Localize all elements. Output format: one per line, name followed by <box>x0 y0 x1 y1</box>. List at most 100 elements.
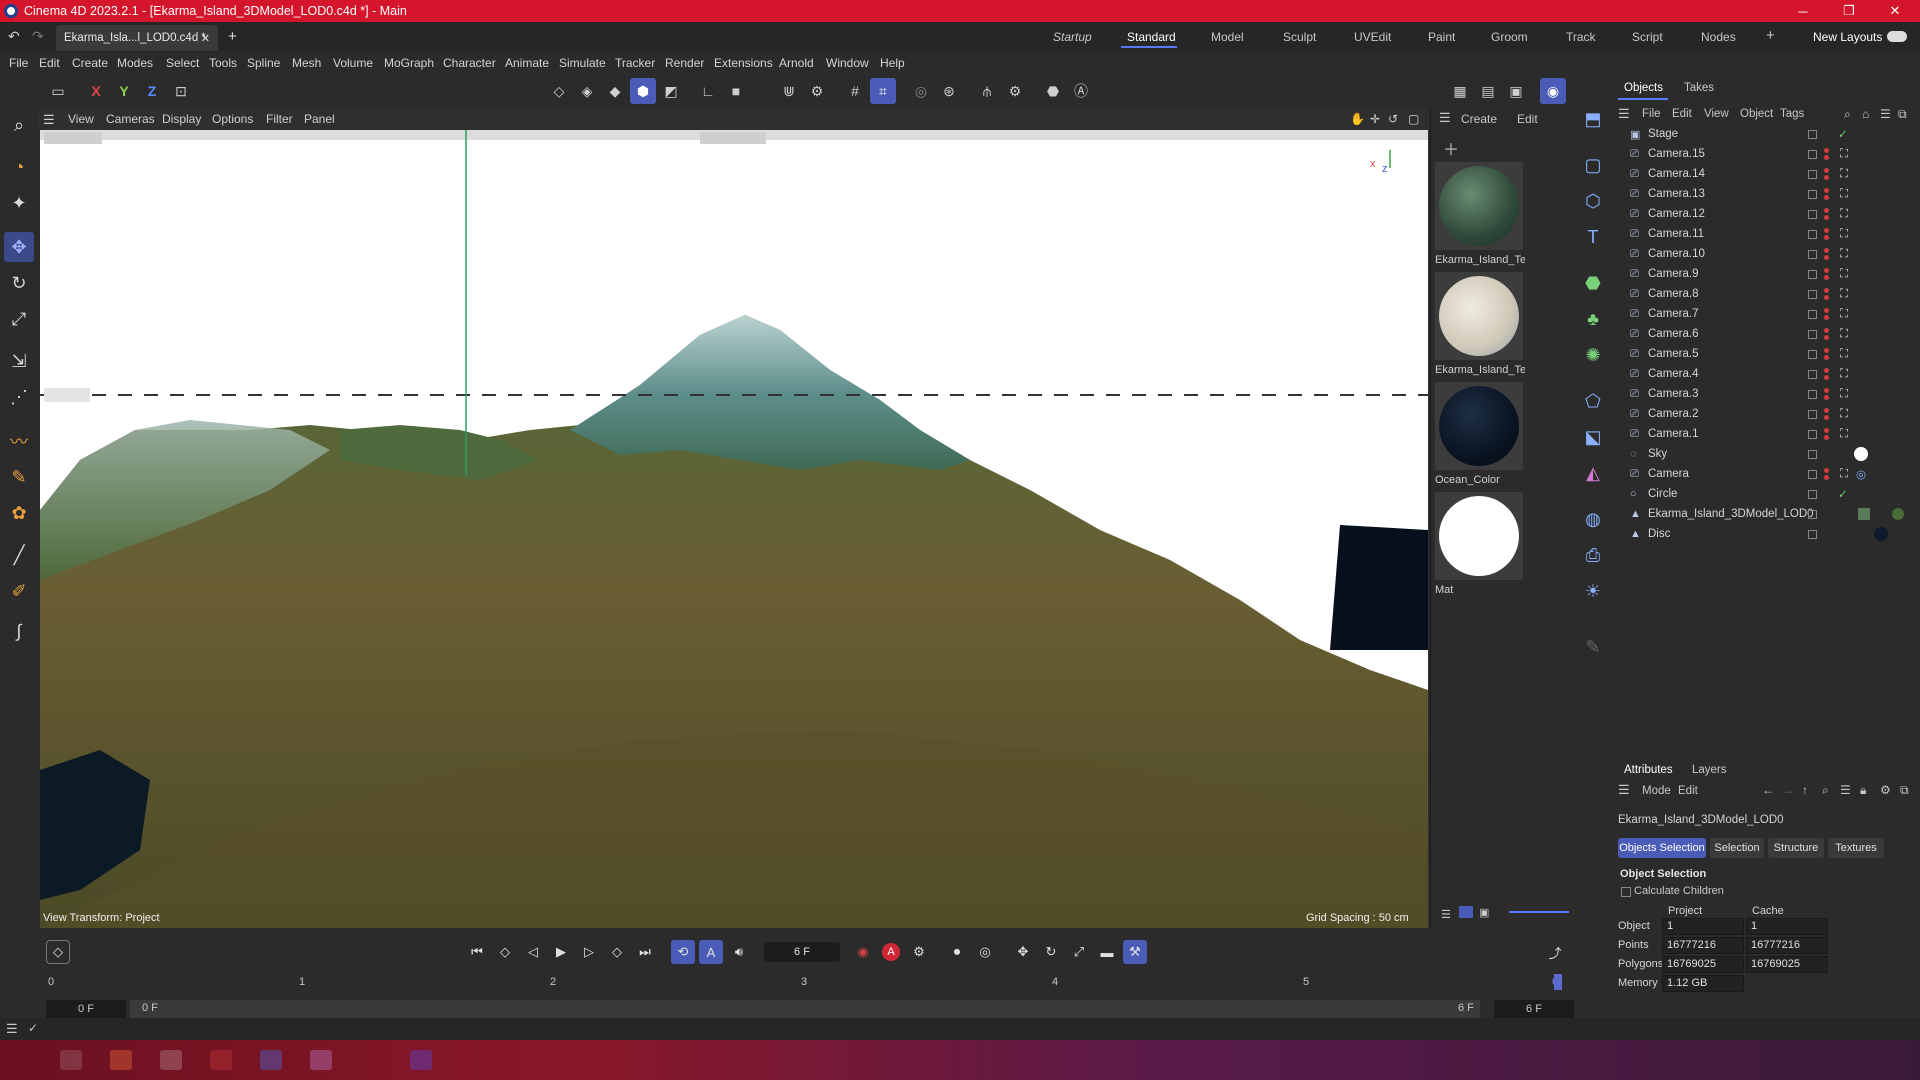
points-mode-icon[interactable]: ◇ <box>546 78 572 104</box>
layout-nodes[interactable]: Nodes <box>1701 30 1736 44</box>
menu-simulate[interactable]: Simulate <box>559 56 606 70</box>
next-frame-icon[interactable]: ▷ <box>577 940 601 964</box>
render-visibility-dot[interactable] <box>1824 175 1829 180</box>
menu-animate[interactable]: Animate <box>505 56 549 70</box>
current-frame-field[interactable]: 6 F <box>764 942 840 962</box>
viewport-solo-icon[interactable]: ⬣ <box>1040 78 1066 104</box>
move-view-icon[interactable]: ✛ <box>1370 112 1380 126</box>
back-arrow-icon[interactable]: ← <box>1762 783 1774 797</box>
taskbar-app-icon[interactable] <box>260 1050 282 1070</box>
placement-tool-icon[interactable]: ⋰ <box>4 382 34 412</box>
camera-tag-icon[interactable]: ⛶ <box>1840 208 1848 221</box>
render-visibility-dot[interactable] <box>1824 395 1829 400</box>
vp-menu-panel[interactable]: Panel <box>304 112 335 126</box>
range-slider[interactable]: 0 F 6 F <box>130 1000 1480 1018</box>
new-window-icon[interactable]: ⧉ <box>1898 107 1907 122</box>
menu-mograph[interactable]: MoGraph <box>384 56 434 70</box>
obj-menu-view[interactable]: View <box>1704 108 1729 120</box>
workplane-snap-icon[interactable]: ⌗ <box>870 78 896 104</box>
material-swatch[interactable] <box>1435 272 1523 360</box>
attr-menu-edit[interactable]: Edit <box>1678 785 1698 797</box>
tab-attributes[interactable]: Attributes <box>1624 764 1673 776</box>
grid-snap-icon[interactable]: # <box>842 78 868 104</box>
camera-tag-icon[interactable]: ⛶ <box>1840 268 1848 281</box>
object-row[interactable]: ▣ Stage ✓ <box>1612 124 1920 144</box>
filter-icon[interactable]: ☰ <box>1880 107 1891 121</box>
volume-icon[interactable]: ◭ <box>1578 458 1608 488</box>
editor-visibility-dot[interactable] <box>1824 188 1829 193</box>
search-icon[interactable]: ⌕ <box>1822 783 1829 798</box>
frame-ruler[interactable]: 0 1 2 3 4 5 6 <box>48 972 1562 994</box>
object-row[interactable]: ⎚ Camera.15 ⛶ <box>1612 144 1920 164</box>
up-arrow-icon[interactable]: ↑ <box>1802 783 1808 797</box>
environment-icon[interactable]: ◍ <box>1578 504 1608 534</box>
search-icon[interactable]: ⌕ <box>4 110 34 140</box>
object-row[interactable]: ⎚ Camera.2 ⛶ <box>1612 404 1920 424</box>
material-tag-icon[interactable] <box>1892 508 1904 520</box>
rotate-key-icon[interactable]: ↻ <box>1039 940 1063 964</box>
minimize-button[interactable]: ─ <box>1783 0 1823 22</box>
layout-track[interactable]: Track <box>1566 30 1596 44</box>
axis-mode-icon[interactable]: ∟ <box>695 78 721 104</box>
object-row[interactable]: ▲ Ekarma_Island_3DModel_LOD0 <box>1612 504 1920 524</box>
camera-tag-icon[interactable]: ⛶ <box>1840 148 1848 161</box>
menu-modes[interactable]: Modes <box>117 56 153 70</box>
menu-extensions[interactable]: Extensions <box>714 56 773 70</box>
field-icon[interactable]: ⬕ <box>1578 422 1608 452</box>
obj-menu-file[interactable]: File <box>1642 108 1661 120</box>
camera-tag-icon[interactable]: ⛶ <box>1840 428 1848 441</box>
transform-tool-icon[interactable]: ⇲ <box>4 346 34 376</box>
move-tool-icon[interactable]: ✥ <box>4 232 34 262</box>
layer-checkbox[interactable] <box>1808 429 1817 439</box>
move-key-icon[interactable]: ✥ <box>1011 940 1035 964</box>
mat-menu-create[interactable]: Create <box>1461 112 1497 126</box>
generator-icon[interactable]: ⬣ <box>1578 268 1608 298</box>
layer-checkbox[interactable] <box>1808 289 1817 299</box>
menu-select[interactable]: Select <box>166 56 199 70</box>
selection-filter-icon[interactable]: ✦ <box>4 188 34 218</box>
bridge-tool-icon[interactable]: ∫ <box>4 616 34 646</box>
redo-icon[interactable]: ↷ <box>32 28 44 45</box>
render-visibility-dot[interactable] <box>1824 295 1829 300</box>
taskbar-app-icon[interactable] <box>110 1050 132 1070</box>
taskbar-app-icon[interactable] <box>210 1050 232 1070</box>
light-icon[interactable]: ☀ <box>1578 576 1608 606</box>
camera-tag-icon[interactable]: ⛶ <box>1840 388 1848 401</box>
restore-button[interactable]: ❐ <box>1829 0 1869 22</box>
close-button[interactable]: ✕ <box>1875 0 1915 22</box>
texture-mode-icon[interactable]: ■ <box>723 78 749 104</box>
render-visibility-dot[interactable] <box>1824 415 1829 420</box>
layer-checkbox[interactable] <box>1808 389 1817 399</box>
cube-object-icon[interactable]: ⬡ <box>1578 186 1608 216</box>
render-visibility-dot[interactable] <box>1824 215 1829 220</box>
render-visibility-dot[interactable] <box>1824 315 1829 320</box>
keyframe-mode-icon[interactable]: ◇ <box>46 940 70 964</box>
object-row[interactable]: ⎚ Camera.9 ⛶ <box>1612 264 1920 284</box>
menu-file[interactable]: File <box>9 56 28 70</box>
rotate-view-icon[interactable]: ↺ <box>1388 112 1398 126</box>
render-region-icon[interactable]: ▭ <box>45 78 71 104</box>
camera-tag-icon[interactable]: ⛶ <box>1840 248 1848 261</box>
layer-checkbox[interactable] <box>1808 449 1817 459</box>
3d-viewport[interactable]: x z <box>40 130 1428 928</box>
menu-tools[interactable]: Tools <box>209 56 237 70</box>
render-visibility-dot[interactable] <box>1824 375 1829 380</box>
tab-objects[interactable]: Objects <box>1624 82 1663 94</box>
editor-visibility-dot[interactable] <box>1824 408 1829 413</box>
pen-icon[interactable]: ✎ <box>1578 632 1608 662</box>
scale-key-icon[interactable]: ⤢ <box>1067 940 1091 964</box>
graph-editor-icon[interactable]: ⤴ <box>1543 940 1567 964</box>
cloner-icon[interactable]: ♣ <box>1578 304 1608 334</box>
vp-menu-view[interactable]: View <box>68 112 94 126</box>
menu-character[interactable]: Character <box>443 56 496 70</box>
home-icon[interactable]: ⌂ <box>1862 107 1869 121</box>
keying-settings-icon[interactable]: ⚙ <box>907 940 931 964</box>
tab-layers[interactable]: Layers <box>1692 764 1727 776</box>
y-axis-toggle[interactable]: Y <box>111 78 137 104</box>
structure-button[interactable]: Structure <box>1768 838 1824 858</box>
document-tab[interactable]: Ekarma_Isla...l_LOD0.c4d * ✕ <box>56 25 218 51</box>
camera-tag-icon[interactable]: ⛶ <box>1840 228 1848 241</box>
add-material-icon[interactable]: ＋ <box>1443 136 1459 160</box>
new-window-icon[interactable]: ⧉ <box>1900 783 1909 798</box>
rectangle-spline-icon[interactable]: ▢ <box>1578 150 1608 180</box>
